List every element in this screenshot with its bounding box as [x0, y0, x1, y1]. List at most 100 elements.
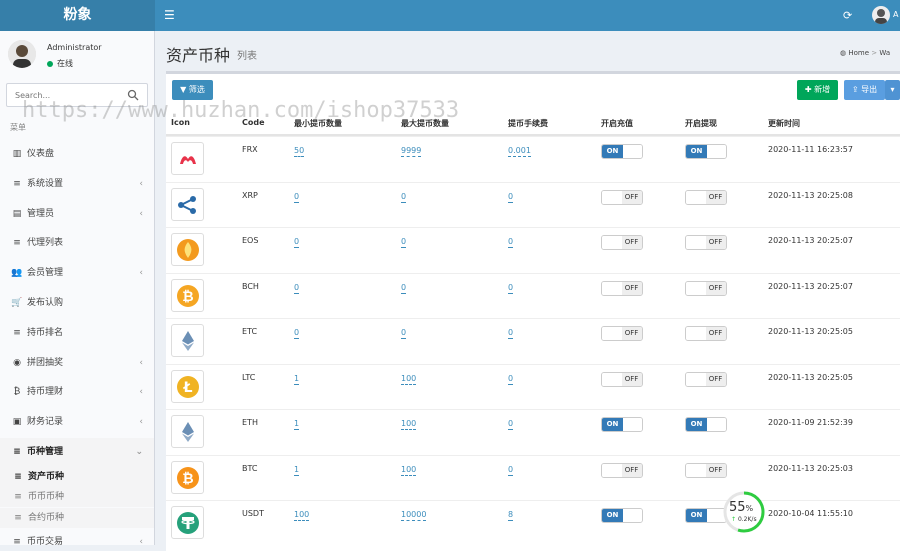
max-withdraw-editable[interactable]: 0 [401, 328, 407, 339]
column-header-fee[interactable]: 提币手续费 [508, 118, 548, 129]
deposit-toggle[interactable]: ON [601, 144, 643, 159]
sidebar-item-agents[interactable]: ≡ 代理列表 [0, 229, 154, 258]
min-withdraw-editable[interactable]: 0 [294, 328, 300, 339]
sidebar-item-ranking[interactable]: ≡ 持币排名 [0, 319, 154, 348]
sidebar-item-admins[interactable]: ▤ 管理员 ‹ [0, 200, 154, 229]
sidebar-item-currency-management[interactable]: ≡ 币种管理 ⌄ [0, 438, 154, 467]
max-withdraw-editable[interactable]: 0 [401, 283, 407, 294]
min-withdraw-editable[interactable]: 100 [294, 510, 310, 521]
min-withdraw-editable[interactable]: 1 [294, 374, 300, 385]
sidebar-item-finance[interactable]: ₿ 持币理财 ‹ [0, 378, 154, 407]
search-icon[interactable] [127, 89, 139, 101]
min-withdraw-editable[interactable]: 0 [294, 237, 300, 248]
deposit-toggle[interactable]: OFF [601, 235, 643, 250]
column-header-code[interactable]: Code [242, 118, 265, 127]
fee-editable[interactable]: 0 [508, 283, 514, 294]
deposit-toggle[interactable]: ON [601, 417, 643, 432]
fee-editable[interactable]: 0.001 [508, 146, 531, 157]
breadcrumb-home[interactable]: Home [848, 49, 869, 57]
max-withdraw-editable[interactable]: 10000 [401, 510, 427, 521]
column-header-updated[interactable]: 更新时间 [768, 118, 800, 129]
max-withdraw-editable[interactable]: 9999 [401, 146, 422, 157]
refresh-icon[interactable]: ⟳ [843, 9, 852, 22]
app-logo[interactable]: 粉象 [0, 0, 155, 31]
withdraw-toggle[interactable]: OFF [685, 235, 727, 250]
max-withdraw-editable[interactable]: 100 [401, 374, 417, 385]
add-button[interactable]: ✚ 新增 [797, 80, 838, 100]
sidebar-toggle-icon[interactable]: ☰ [164, 8, 175, 22]
sidebar-item-label: 拼团抽奖 [27, 358, 64, 368]
breadcrumb-next[interactable]: Wa [879, 49, 890, 57]
gauge-percent-value: 55 [729, 500, 746, 515]
column-header-icon[interactable]: Icon [171, 118, 190, 127]
fee-editable[interactable]: 0 [508, 465, 514, 476]
withdraw-toggle[interactable]: OFF [685, 371, 727, 387]
switch-off-label: OFF [705, 463, 726, 477]
fee-editable[interactable]: 8 [508, 510, 514, 521]
chevron-left-icon: ‹ [139, 179, 143, 189]
top-avatar[interactable] [872, 6, 890, 24]
sidebar-item-subscription[interactable]: 🛒 发布认购 [0, 289, 154, 318]
withdraw-toggle[interactable]: ON [685, 508, 727, 523]
sidebar-item-trading[interactable]: ≡ 币币交易 ‹ [0, 528, 154, 545]
sidebar-item-records[interactable]: ▣ 财务记录 ‹ [0, 408, 154, 437]
withdraw-toggle[interactable]: OFF [685, 462, 727, 478]
subnav-coin-currency[interactable]: ≡ 币币币种 [0, 487, 154, 507]
deposit-toggle[interactable]: OFF [601, 189, 643, 205]
switch-off-label: OFF [621, 463, 642, 477]
sidebar-item-system-settings[interactable]: ≡ 系统设置 ‹ [0, 170, 154, 199]
min-withdraw-editable[interactable]: 1 [294, 419, 300, 430]
column-header-max[interactable]: 最大提币数量 [401, 118, 449, 129]
sidebar-item-label: 持币排名 [27, 328, 64, 338]
fee-editable[interactable]: 0 [508, 192, 514, 203]
updated-time: 2020-11-13 20:25:08 [768, 190, 853, 200]
fee-editable[interactable]: 0 [508, 328, 514, 339]
list-icon: ≡ [13, 238, 21, 248]
max-withdraw-editable[interactable]: 100 [401, 419, 417, 430]
subnav-asset-currency[interactable]: ≡ 资产币种 [0, 467, 154, 487]
column-header-withdraw[interactable]: 开启提现 [685, 118, 717, 129]
sidebar-item-members[interactable]: 👥 会员管理 ‹ [0, 259, 154, 288]
deposit-toggle[interactable]: OFF [601, 371, 643, 387]
switch-off-label: OFF [621, 372, 642, 386]
svg-text:Ł: Ł [183, 380, 193, 396]
switch-handle [602, 372, 622, 386]
list-icon: ≡ [14, 472, 22, 482]
subnav-contract-currency[interactable]: ≡ 合约币种 [0, 508, 154, 528]
withdraw-toggle[interactable]: ON [685, 144, 727, 159]
fee-editable[interactable]: 0 [508, 237, 514, 248]
max-withdraw-editable[interactable]: 100 [401, 465, 417, 476]
switch-handle [686, 236, 706, 249]
export-button[interactable]: ⇪ 导出 [844, 80, 885, 100]
min-withdraw-editable[interactable]: 50 [294, 146, 305, 157]
deposit-toggle[interactable]: ON [601, 508, 643, 523]
fee-editable[interactable]: 0 [508, 374, 514, 385]
plus-icon: ✚ [804, 85, 812, 94]
list-icon: ≡ [13, 447, 21, 457]
sidebar-item-dashboard[interactable]: ▥ 仪表盘 [0, 140, 154, 169]
min-withdraw-editable[interactable]: 1 [294, 465, 300, 476]
filter-icon: ▼ [180, 85, 187, 94]
withdraw-toggle[interactable]: OFF [685, 326, 727, 341]
deposit-toggle[interactable]: OFF [601, 462, 643, 478]
search-input[interactable] [7, 84, 117, 106]
deposit-toggle[interactable]: OFF [601, 326, 643, 341]
withdraw-toggle[interactable]: OFF [685, 189, 727, 205]
column-header-min[interactable]: 最小提币数量 [294, 118, 342, 129]
sidebar-item-lottery[interactable]: ◉ 拼团抽奖 ‹ [0, 349, 154, 378]
withdraw-toggle[interactable]: ON [685, 417, 727, 432]
fee-editable[interactable]: 0 [508, 419, 514, 430]
chevron-left-icon: ‹ [139, 387, 143, 397]
filter-button[interactable]: ▼ 筛选 [172, 80, 213, 100]
top-user-name[interactable]: A [893, 10, 898, 19]
max-withdraw-editable[interactable]: 0 [401, 237, 407, 248]
currency-code: ETC [242, 327, 258, 336]
deposit-toggle[interactable]: OFF [601, 280, 643, 296]
column-header-deposit[interactable]: 开启充值 [601, 118, 633, 129]
switch-off-label: OFF [621, 190, 642, 204]
min-withdraw-editable[interactable]: 0 [294, 192, 300, 203]
withdraw-toggle[interactable]: OFF [685, 280, 727, 296]
max-withdraw-editable[interactable]: 0 [401, 192, 407, 203]
export-dropdown-button[interactable]: ▾ [885, 80, 900, 100]
min-withdraw-editable[interactable]: 0 [294, 283, 300, 294]
